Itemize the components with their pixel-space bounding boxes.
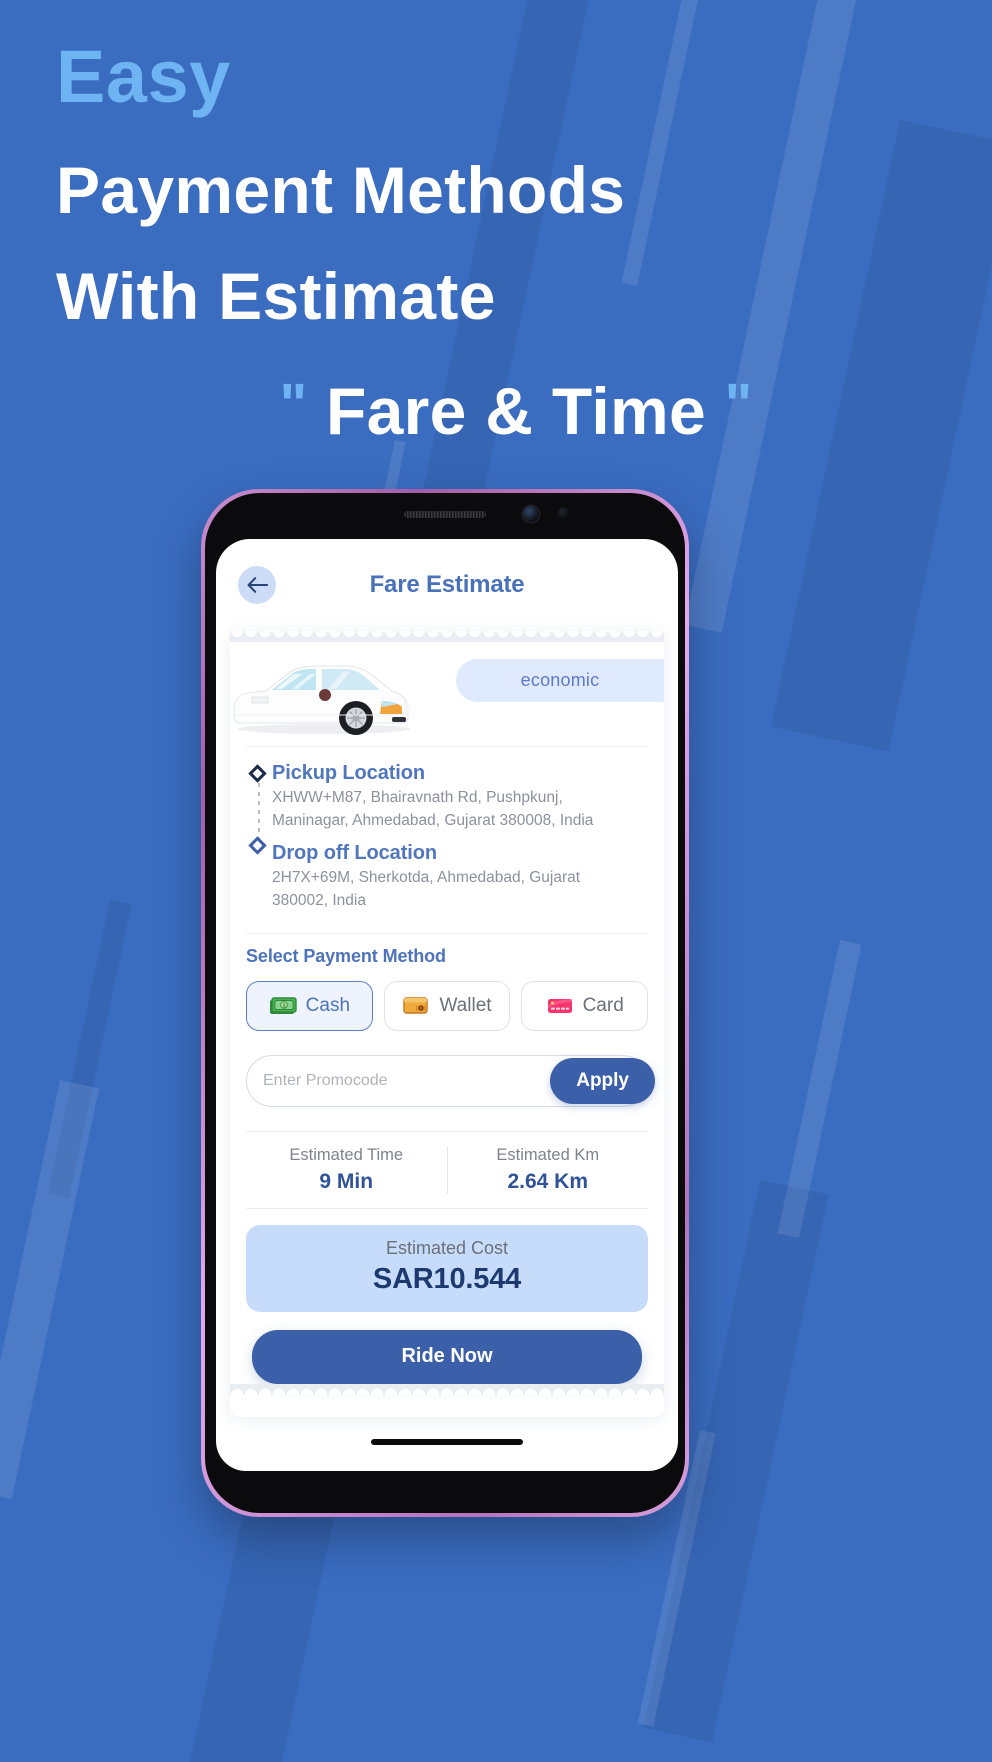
apply-promocode-button[interactable]: Apply [550,1057,655,1104]
payment-option-card-label: Card [582,994,624,1016]
payment-option-wallet[interactable]: Wallet [383,980,511,1031]
headline-quote-line: " Fare & Time " [56,359,936,465]
quote-open-mark: " [279,372,308,438]
estimated-time-label: Estimated Time [289,1145,404,1164]
ticket-bottom-scallop [230,1383,664,1395]
estimated-cost-value: SAR10.544 [372,1262,522,1295]
ticket-top-scallop [230,631,664,642]
headline-line-2: With Estimate [56,258,496,333]
front-camera-icon [523,506,539,522]
sensor-icon [557,507,570,520]
cash-icon: $ [269,995,297,1016]
estimated-km-label: Estimated Km [496,1145,600,1164]
promocode-box: Apply [246,1054,655,1107]
payment-option-cash-label: Cash [305,994,351,1016]
estimated-time-value: 9 Min [319,1169,374,1193]
dropoff-address-line-1: 2H7X+69M, Sherkotda, Ahmedabad, Gujarat [272,868,581,886]
ride-now-button[interactable]: Ride Now [252,1329,642,1384]
promo-banner: Easy Payment Methods With Estimate " Far… [0,0,992,1762]
payment-options-row: $ Cash Wallet Card [246,980,649,1031]
bg-stripe [777,940,862,1239]
route-rail [246,761,272,923]
pickup-address-line-1: XHWW+M87, Bhairavnath Rd, Pushpkunj, [272,789,563,806]
pickup-marker-icon [248,764,267,783]
estimated-time-column: Estimated Time 9 Min [246,1146,447,1194]
phone-top-bezel [205,493,685,545]
estimates-section: Estimated Time 9 Min Estimated Km 2.64 K… [246,1130,649,1209]
headline-accent-word: Easy [56,35,231,118]
earpiece-speaker-icon [404,511,486,518]
page-title: Fare Estimate [369,571,525,598]
payment-method-section: Select Payment Method $ Cash Wallet Card [230,934,664,1035]
promocode-section: Apply [230,1035,664,1113]
route-dotted-line [257,783,260,839]
estimated-cost-box: Estimated Cost SAR10.544 [246,1224,648,1312]
bg-stripe [0,1080,100,1500]
headline-quote-text: Fare & Time [326,374,706,449]
promo-headline: Easy Payment Methods With Estimate " Far… [56,40,936,465]
vehicle-category-badge: economic [456,659,664,702]
payment-section-label: Select Payment Method [246,945,446,966]
locations-section: Pickup Location XHWW+M87, Bhairavnath Rd… [230,747,664,933]
pickup-address-line-2: Maninagar, Ahmedabad, Gujarat 380008, In… [272,812,594,830]
estimated-cost-label: Estimated Cost [385,1237,509,1258]
dropoff-location-label: Drop off Location [272,841,437,864]
ticket: economic Pickup Location XHWW+M87, Bhair… [230,631,664,1417]
payment-option-card[interactable]: Card [521,980,649,1031]
quote-close-mark: " [724,372,753,438]
card-icon [546,995,574,1016]
back-button[interactable] [238,566,276,604]
home-indicator[interactable] [371,1439,523,1445]
vehicle-row: economic [230,642,664,746]
bg-stripe [183,1480,339,1762]
headline-line-1: Payment Methods [56,153,626,227]
wallet-icon [402,995,430,1016]
app-header: Fare Estimate [216,539,678,631]
payment-option-wallet-label: Wallet [439,994,492,1016]
payment-option-cash[interactable]: $ Cash [246,980,373,1031]
pickup-location-label: Pickup Location [272,762,425,784]
dropoff-marker-icon [248,836,267,855]
car-image [232,651,410,740]
bg-stripe [47,900,132,1199]
phone-body: Fare Estimate economic Pickup Location X… [205,493,685,1513]
phone-screen: Fare Estimate economic Pickup Location X… [216,539,678,1471]
location-texts: Pickup Location XHWW+M87, Bhairavnath Rd… [272,761,648,923]
estimated-km-column: Estimated Km 2.64 Km [446,1145,649,1194]
dropoff-address-line-2: 380002, India [272,892,366,910]
phone-mockup: Fare Estimate economic Pickup Location X… [201,489,689,1517]
estimated-km-value: 2.64 Km [507,1169,589,1193]
arrow-left-icon [247,577,268,593]
ticket-body: economic Pickup Location XHWW+M87, Bhair… [230,642,664,1384]
fare-ticket-card: economic Pickup Location XHWW+M87, Bhair… [230,631,664,1417]
